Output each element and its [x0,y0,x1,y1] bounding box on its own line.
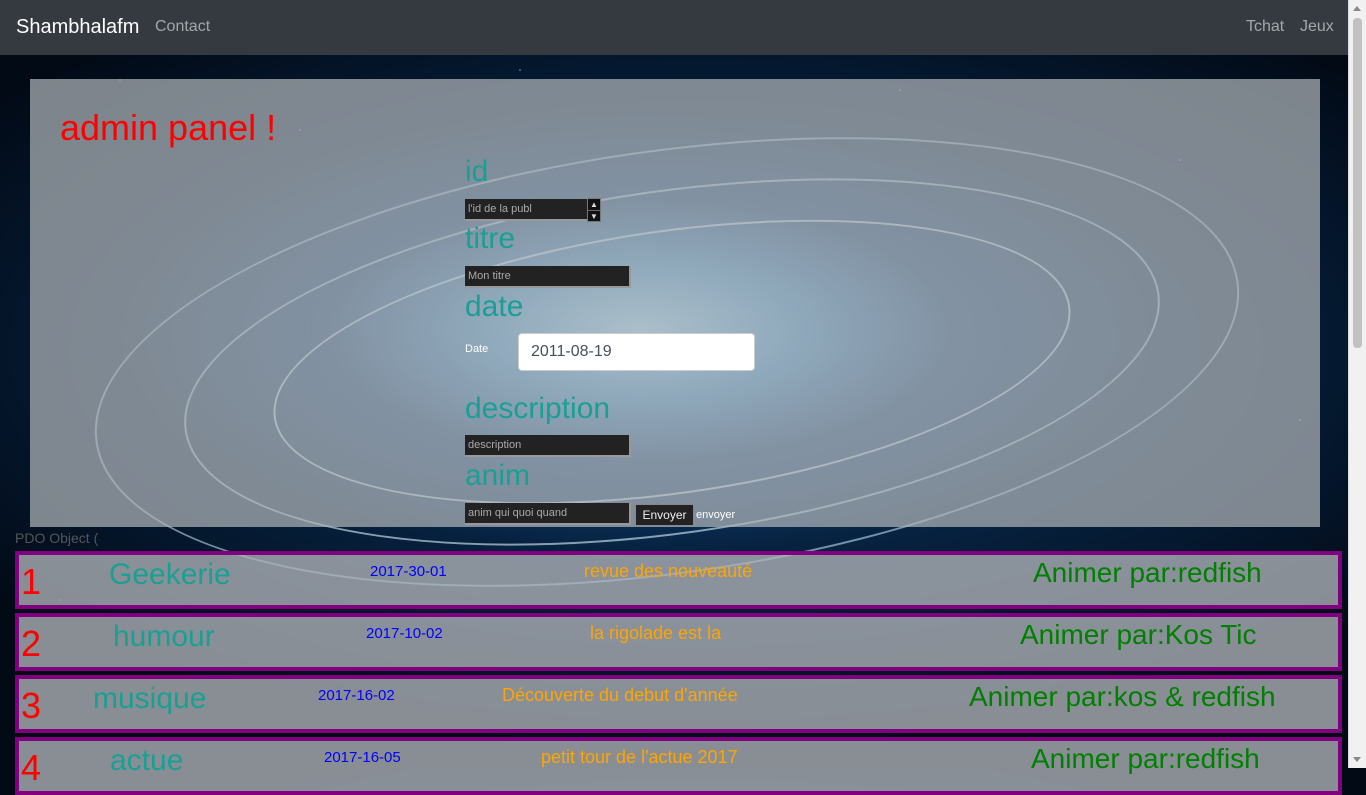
brand-link[interactable]: Shambhalafm [16,16,139,39]
row-description: revue des nouveauté [584,561,753,581]
row-date: 2017-16-05 [324,749,401,766]
field-label-date: date [465,290,524,323]
row-category: musique [93,682,207,715]
list-item: 1 Geekerie 2017-30-01 revue des nouveaut… [15,551,1342,609]
page-scrollbar[interactable] [1348,0,1366,768]
description-input[interactable] [465,435,631,457]
field-label-titre: titre [465,222,516,255]
panel-title: admin panel ! [60,107,277,148]
top-navbar: Shambhalafm Contact Tchat Jeux [0,0,1349,55]
stepper-down-icon[interactable]: ▼ [588,211,600,222]
stepper-up-icon[interactable]: ▲ [588,199,600,211]
scroll-up-arrow-icon[interactable] [1353,6,1361,11]
list-item: 3 musique 2017-16-02 Découverte du debut… [15,675,1342,733]
row-anim: Animer par:kos & redfish [969,681,1276,712]
row-category: Geekerie [109,558,231,591]
list-item: 4 actue 2017-16-05 petit tour de l'actue… [15,737,1342,795]
row-description: la rigolade est la [590,623,722,643]
row-category: humour [113,620,215,653]
list-item: 2 humour 2017-10-02 la rigolade est la A… [15,613,1342,671]
row-number: 2 [21,623,42,664]
nav-link-jeux[interactable]: Jeux [1300,18,1334,36]
row-number: 3 [21,685,42,726]
field-label-id: id [465,155,489,188]
row-description: Découverte du debut d'année [502,685,738,705]
date-caption: Date [465,343,489,355]
row-description: petit tour de l'actue 2017 [541,747,738,767]
field-label-description: description [465,392,611,425]
anim-input[interactable] [465,503,631,525]
field-label-anim: anim [465,459,531,492]
scroll-thumb[interactable] [1353,18,1362,348]
nav-link-contact[interactable]: Contact [155,18,210,36]
row-date: 2017-16-02 [318,687,395,704]
submit-note: envoyer [696,509,736,521]
row-category: actue [110,744,184,777]
date-input[interactable] [518,333,755,371]
row-anim: Animer par:redfish [1031,743,1260,774]
nav-link-tchat[interactable]: Tchat [1246,18,1284,36]
id-input[interactable] [465,199,589,221]
row-number: 1 [21,561,42,602]
row-date: 2017-30-01 [370,563,447,580]
row-anim: Animer par:Kos Tic [1020,619,1257,650]
id-number-stepper[interactable]: ▲ ▼ [587,198,601,222]
row-number: 4 [21,747,42,788]
row-date: 2017-10-02 [366,625,443,642]
row-anim: Animer par:redfish [1033,557,1262,588]
admin-panel: admin panel ! id ▲ ▼ titre date Date des… [30,79,1320,527]
titre-input[interactable] [465,266,631,288]
pdo-object-text: PDO Object ( [15,530,99,546]
envoyer-button[interactable]: Envoyer [635,504,694,526]
scroll-down-arrow-icon[interactable] [1353,757,1361,762]
